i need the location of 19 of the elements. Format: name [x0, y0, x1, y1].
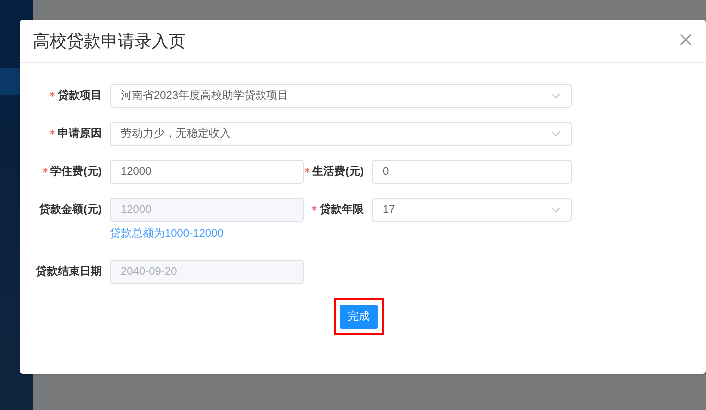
input-field[interactable]: 0 [372, 160, 572, 184]
caret-icon [551, 131, 561, 137]
help-text: 贷款总额为1000-12000 [110, 226, 224, 242]
field-label: 贷款金额(元) [40, 202, 102, 218]
field-label: 贷款年限 [320, 202, 364, 218]
input-field[interactable]: 12000 [110, 160, 304, 184]
dialog-title: 高校贷款申请录入页 [33, 31, 186, 54]
submit-button[interactable]: 完成 [340, 305, 378, 330]
caret-icon [551, 93, 561, 99]
field-label: 贷款项目 [58, 88, 102, 104]
field-label: 申请原因 [58, 126, 102, 142]
field-label: 贷款结束日期 [36, 264, 102, 280]
caret-icon [551, 207, 561, 213]
select-field[interactable]: 劳动力少，无稳定收入 [110, 122, 572, 146]
select-field[interactable]: 河南省2023年度高校助学贷款项目 [110, 84, 572, 108]
close-icon[interactable] [680, 34, 692, 46]
field-label: 学住费(元) [50, 164, 102, 180]
select-field[interactable]: 17 [372, 198, 572, 222]
field-label: 生活费(元) [312, 164, 364, 180]
